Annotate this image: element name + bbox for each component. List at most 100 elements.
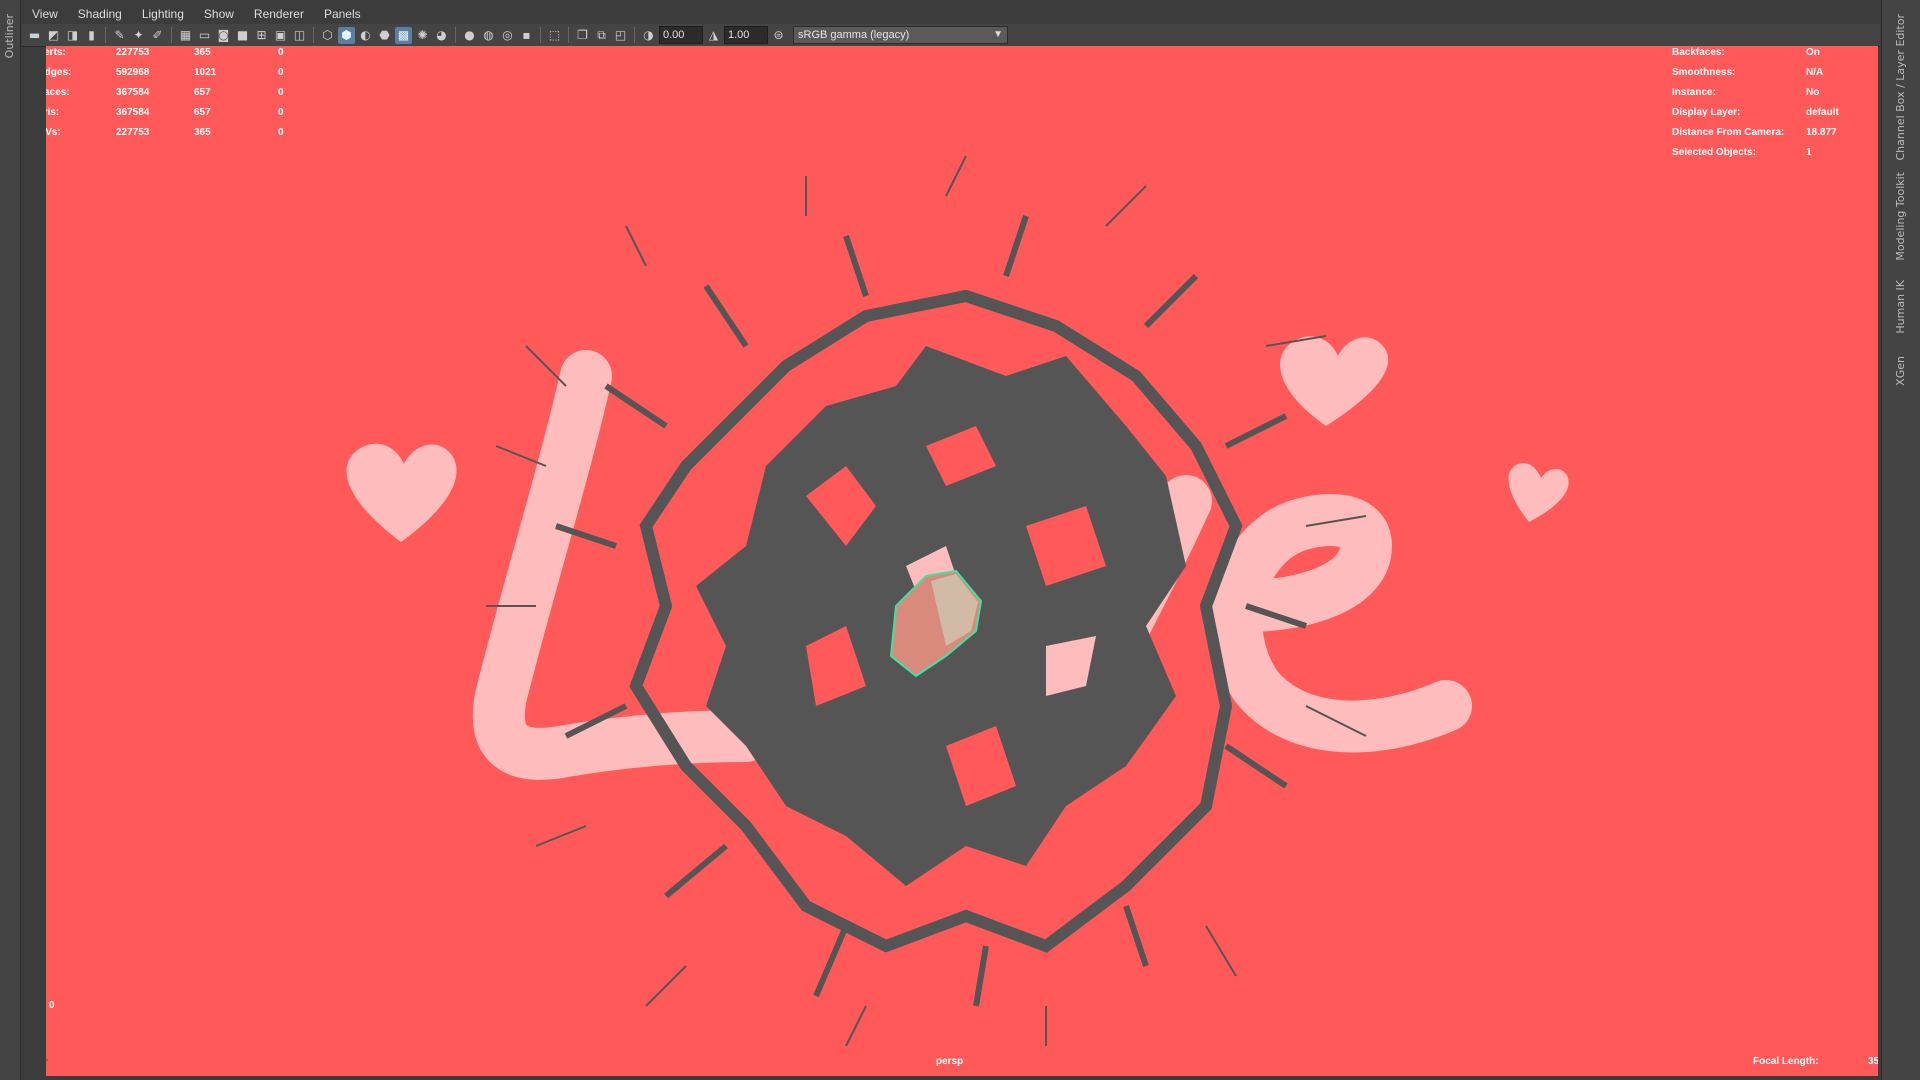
hud-uvs-total: 227753 — [116, 127, 150, 138]
bookmark-camera-icon[interactable]: ◨ — [64, 27, 81, 44]
grid-icon[interactable]: ▦ — [177, 27, 194, 44]
wireframe-icon[interactable]: ⬡ — [319, 27, 336, 44]
xray-icon[interactable]: ● — [461, 27, 478, 44]
menu-lighting[interactable]: Lighting — [132, 5, 194, 23]
xgen-tab[interactable]: XGen — [1894, 356, 1907, 386]
hud-tris-selected: 657 — [194, 107, 211, 118]
menu-renderer[interactable]: Renderer — [244, 5, 314, 23]
menu-show[interactable]: Show — [194, 5, 244, 23]
toolbar-separator — [540, 27, 541, 43]
focal-length-label: Focal Length: — [1753, 1056, 1819, 1067]
hud-tris-total: 367584 — [116, 107, 150, 118]
select-camera-icon[interactable]: ▬ — [26, 27, 43, 44]
hud-uvs-components: 0 — [278, 127, 284, 138]
toolbar-separator — [171, 27, 172, 43]
resolution-gate-icon[interactable]: ◙ — [215, 27, 232, 44]
right-panel-rail: Channel Box / Layer Editor Modeling Tool… — [1881, 0, 1920, 1080]
toolbar-separator — [634, 27, 635, 43]
use-all-lights-icon[interactable]: ✺ — [414, 27, 431, 44]
screen-space-ao-icon[interactable]: ❐ — [574, 27, 591, 44]
channel-box-tab[interactable]: Channel Box / Layer Editor — [1894, 14, 1907, 161]
xray-active-components-icon[interactable]: ◍ — [480, 27, 497, 44]
scene-render — [346, 155, 1569, 1047]
letter-e-stroke — [1210, 494, 1472, 753]
hud-instance-value: No — [1806, 87, 1820, 98]
gamma-icon[interactable]: ◮ — [705, 27, 722, 44]
hud-verts-components: 0 — [278, 47, 284, 58]
heart-shape-right-large — [1280, 336, 1389, 426]
hud-edges-selected: 1021 — [194, 67, 217, 78]
textured-icon[interactable]: ▩ — [395, 26, 412, 44]
left-panel-rail: Outliner — [0, 0, 21, 1080]
toolbar-separator — [313, 27, 314, 43]
xray-joints-icon[interactable]: ◎ — [499, 27, 516, 44]
menu-shading[interactable]: Shading — [68, 5, 132, 23]
heart-shape-left — [346, 443, 457, 542]
hud-edges-components: 0 — [278, 67, 284, 78]
hud-tris-label: Tris: — [46, 107, 60, 118]
heart-shape-right-small — [1508, 463, 1569, 522]
gate-mask-icon[interactable]: ■ — [234, 27, 251, 44]
hud-distance-value: 18.877 — [1806, 127, 1837, 138]
exposure-icon[interactable]: ◑ — [640, 27, 657, 44]
toolbar-separator — [105, 27, 106, 43]
panel-toolbar: ▬ ◩ ◨ ▮ ✎ ✦ ✐ ▦ ▭ ◙ ■ ⊞ ▣ ◫ ⬡ ⬢ ◐ ⬣ ▩ ✺ … — [22, 24, 1880, 47]
hud-backfaces-label: Backfaces: — [1672, 47, 1725, 58]
wireframe-on-shaded-icon[interactable]: ⬣ — [376, 27, 393, 44]
default-material-icon[interactable]: ◐ — [357, 27, 374, 44]
hud-faces-label: Faces: — [46, 87, 70, 98]
isolate-select-icon[interactable]: ⬚ — [546, 27, 563, 44]
view-transform-value: sRGB gamma (legacy) — [798, 29, 910, 41]
film-gate-icon[interactable]: ▭ — [196, 27, 213, 44]
view-transform-dropdown[interactable]: sRGB gamma (legacy) ▼ — [793, 26, 1008, 44]
field-chart-icon[interactable]: ⊞ — [253, 27, 270, 44]
anti-aliasing-icon[interactable]: ◰ — [612, 27, 629, 44]
hud-verts-total: 227753 — [116, 47, 150, 58]
menu-panels[interactable]: Panels — [314, 5, 371, 23]
view-axis-icon — [46, 1059, 48, 1061]
shadows-icon[interactable]: ◕ — [433, 27, 450, 44]
pencil-icon[interactable]: ✐ — [149, 27, 166, 44]
perspective-viewport[interactable]: Verts: 227753 365 0 Edges: 592968 1021 0… — [46, 46, 1878, 1076]
hud-verts-label: Verts: — [46, 47, 66, 58]
menu-view[interactable]: View — [22, 5, 68, 23]
hud-tris-components: 0 — [278, 107, 284, 118]
outliner-tab[interactable]: Outliner — [3, 14, 16, 58]
safe-title-icon[interactable]: ◫ — [291, 27, 308, 44]
hud-display-layer-label: Display Layer: — [1672, 107, 1741, 118]
hud-display-layer-value: default — [1806, 107, 1839, 118]
camera-name-label: persp — [936, 1056, 964, 1067]
safe-action-icon[interactable]: ▣ — [272, 27, 289, 44]
axis-origin-label: 0 — [49, 1000, 55, 1011]
image-plane-icon[interactable]: ▮ — [83, 27, 100, 44]
hud-instance-label: Instance: — [1672, 87, 1716, 98]
hud-smoothness-label: Smoothness: — [1672, 67, 1736, 78]
smooth-shade-icon[interactable]: ⬢ — [338, 26, 355, 44]
toolbar-separator — [455, 27, 456, 43]
hud-selected-objects-label: Selected Objects: — [1672, 147, 1756, 158]
color-management-icon[interactable]: ⊜ — [770, 27, 787, 44]
camera-attributes-icon[interactable]: ◩ — [45, 27, 62, 44]
human-ik-tab[interactable]: Human IK — [1894, 280, 1907, 334]
motion-blur-icon[interactable]: ⧉ — [593, 27, 610, 44]
hud-edges-label: Edges: — [46, 67, 72, 78]
hud-verts-selected: 365 — [194, 47, 211, 58]
focal-length-value: 35 — [1868, 1056, 1878, 1067]
hud-selected-objects-value: 1 — [1806, 147, 1812, 158]
hud-edges-total: 592968 — [116, 67, 150, 78]
backface-culling-icon[interactable]: ▪ — [518, 27, 535, 44]
panel-menu-bar: View Shading Lighting Show Renderer Pane… — [22, 5, 371, 23]
hud-smoothness-value: N/A — [1806, 67, 1824, 78]
hud-distance-label: Distance From Camera: — [1672, 127, 1785, 138]
hud-uvs-selected: 365 — [194, 127, 211, 138]
exposure-field[interactable]: 0.00 — [659, 26, 703, 44]
hud-faces-components: 0 — [278, 87, 284, 98]
hud-faces-selected: 657 — [194, 87, 211, 98]
chevron-down-icon: ▼ — [993, 29, 1003, 40]
hud-faces-total: 367584 — [116, 87, 150, 98]
grease-pencil-icon[interactable]: ✦ — [130, 27, 147, 44]
gamma-field[interactable]: 1.00 — [724, 26, 768, 44]
2d-pan-zoom-icon[interactable]: ✎ — [111, 27, 128, 44]
hud-backfaces-value: On — [1806, 47, 1820, 58]
modeling-toolkit-tab[interactable]: Modeling Toolkit — [1894, 172, 1907, 261]
